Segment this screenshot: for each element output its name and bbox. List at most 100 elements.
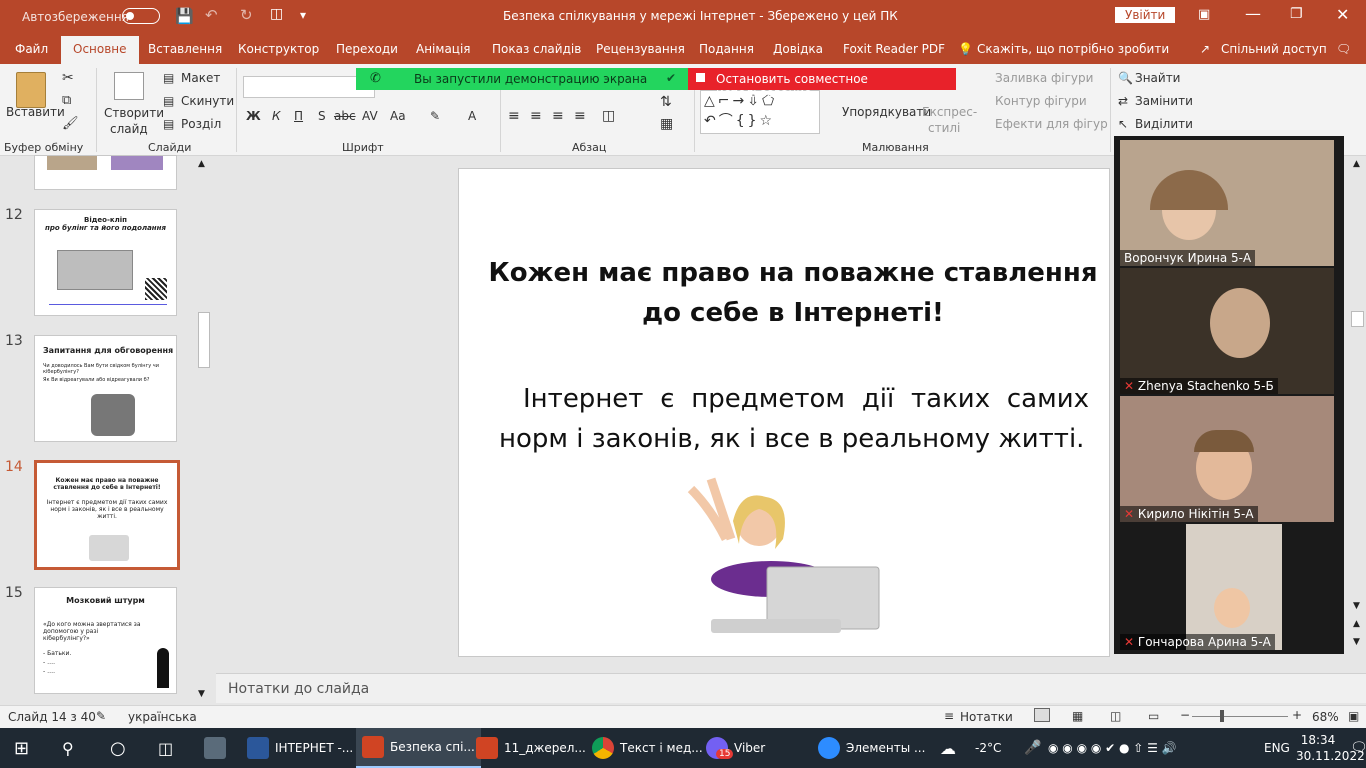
- quick-styles-button[interactable]: Експрес-: [922, 105, 977, 119]
- scrollbar-thumb[interactable]: [198, 312, 210, 368]
- tab-slideshow[interactable]: Показ слайдів: [492, 42, 581, 56]
- quick-styles-button-2[interactable]: стилі: [928, 121, 960, 135]
- weather-icon[interactable]: ☁: [940, 728, 956, 768]
- zoom-slider[interactable]: [1192, 716, 1288, 717]
- cut-icon[interactable]: ✂: [62, 70, 74, 86]
- select-button[interactable]: Виділити: [1135, 117, 1193, 131]
- clock[interactable]: 18:34 30.11.2022: [1296, 732, 1365, 764]
- save-icon[interactable]: 💾: [175, 7, 194, 25]
- language-label[interactable]: українська: [128, 710, 197, 724]
- shape-outline-button[interactable]: Контур фігури: [995, 94, 1087, 108]
- tab-review[interactable]: Рецензування: [596, 42, 685, 56]
- tell-me-search[interactable]: Скажіть, що потрібно зробити: [977, 42, 1169, 56]
- ribbon-display-icon[interactable]: ▣: [1198, 7, 1210, 22]
- task-view-icon[interactable]: ◫: [158, 728, 173, 768]
- justify-icon[interactable]: ≡: [574, 108, 586, 124]
- notes-button[interactable]: Нотатки: [960, 710, 1013, 724]
- participant-video[interactable]: ✕ Кирило Нікітін 5-А: [1120, 396, 1334, 522]
- section-button[interactable]: Розділ: [181, 117, 221, 131]
- tab-home[interactable]: Основне: [61, 36, 139, 64]
- tab-transitions[interactable]: Переходи: [336, 42, 398, 56]
- keyboard-language[interactable]: ENG: [1264, 728, 1290, 768]
- next-slide-icon[interactable]: ▼: [1353, 637, 1360, 647]
- reading-view-icon[interactable]: ◫: [1110, 709, 1121, 723]
- scroll-down-icon[interactable]: ▼: [198, 689, 205, 699]
- slide-body[interactable]: Інтернет є предметом дії таких самих нор…: [499, 379, 1089, 459]
- shadow-button[interactable]: S: [318, 109, 326, 123]
- zoom-in-icon[interactable]: +: [1292, 708, 1302, 722]
- participant-video[interactable]: ✕ Гончарова Арина 5-А: [1120, 524, 1334, 650]
- reset-button[interactable]: Скинути: [181, 94, 234, 108]
- slide-thumbnail-13[interactable]: Запитання для обговорення Чи доводилось …: [34, 335, 177, 442]
- layout-button[interactable]: Макет: [181, 71, 220, 85]
- taskbar-item-viber[interactable]: 15 Viber: [706, 728, 765, 768]
- cortana-icon[interactable]: ○: [110, 728, 126, 768]
- italic-button[interactable]: К: [272, 109, 281, 123]
- copy-icon[interactable]: ⧉: [62, 93, 71, 108]
- stop-share-label[interactable]: Остановить совместное использование: [716, 72, 956, 100]
- slide-title[interactable]: Кожен має право на поважне ставлення до …: [459, 253, 1127, 333]
- shape-effects-button[interactable]: Ефекти для фігур: [995, 117, 1108, 131]
- calculator-icon[interactable]: [204, 728, 226, 768]
- participant-video[interactable]: ✕ Zhenya Stachenko 5-Б: [1120, 268, 1334, 394]
- tab-file[interactable]: Файл: [15, 42, 48, 56]
- scroll-down-icon[interactable]: ▼: [1353, 601, 1360, 611]
- zoom-out-icon[interactable]: −: [1180, 708, 1190, 722]
- align-center-icon[interactable]: ≡: [530, 108, 542, 124]
- slide-scrollbar[interactable]: ▲ ▼ ▲ ▼: [1349, 157, 1366, 657]
- notifications-icon[interactable]: 🗨: [1350, 728, 1366, 768]
- slide-canvas[interactable]: Кожен має право на поважне ставлення до …: [458, 168, 1110, 657]
- tray-icons[interactable]: ◉ ◉ ◉ ◉ ✔ ● ⇧ ☰ 🔊: [1048, 728, 1177, 768]
- new-slide-icon[interactable]: [114, 72, 144, 100]
- align-right-icon[interactable]: ≡: [552, 108, 564, 124]
- weather-temp[interactable]: -2°C: [975, 728, 1001, 768]
- new-slide-label-2[interactable]: слайд: [110, 122, 148, 136]
- undo-icon[interactable]: ↶: [205, 6, 218, 24]
- convert-smartart-icon[interactable]: ▦: [660, 116, 673, 132]
- scroll-up-icon[interactable]: ▲: [1353, 159, 1360, 169]
- normal-view-icon[interactable]: [1034, 708, 1050, 722]
- tab-help[interactable]: Довідка: [773, 42, 823, 56]
- tab-view[interactable]: Подання: [699, 42, 754, 56]
- zoom-level[interactable]: 68%: [1312, 710, 1339, 724]
- underline-button[interactable]: П: [294, 109, 303, 123]
- spellcheck-icon[interactable]: ✎: [96, 709, 106, 723]
- search-icon[interactable]: ⚲: [62, 728, 74, 768]
- tab-foxit[interactable]: Foxit Reader PDF: [843, 42, 945, 56]
- notes-placeholder[interactable]: Нотатки до слайда: [228, 681, 369, 697]
- sign-in-button[interactable]: Увійти: [1115, 7, 1176, 23]
- thumbnail-scrollbar[interactable]: ▲ ▼: [196, 157, 212, 703]
- slide-thumbnail-15[interactable]: Мозковий штурм «До кого можна звертатися…: [34, 587, 177, 694]
- tab-design[interactable]: Конструктор: [238, 42, 319, 56]
- microphone-icon[interactable]: 🎤: [1024, 728, 1041, 768]
- slide-thumbnail-12[interactable]: Відео-кліп про булінг та його подолання: [34, 209, 177, 316]
- present-from-start-icon[interactable]: ◫: [270, 6, 283, 22]
- columns-icon[interactable]: ◫: [602, 108, 615, 124]
- taskbar-item-word[interactable]: ІНТЕРНЕТ -...: [247, 728, 353, 768]
- taskbar-item-powerpoint-active[interactable]: Безпека спі...: [356, 728, 481, 768]
- taskbar-item-powerpoint[interactable]: 11_джерел...: [476, 728, 586, 768]
- scrollbar-thumb[interactable]: [1351, 311, 1364, 327]
- share-button[interactable]: Спільний доступ: [1221, 42, 1327, 56]
- zoom-slider-thumb[interactable]: [1220, 710, 1224, 722]
- text-direction-icon[interactable]: ⇅: [660, 94, 672, 110]
- arrange-button[interactable]: Упорядкувати: [842, 105, 931, 119]
- windows-start-icon[interactable]: ⊞: [14, 728, 29, 768]
- paste-label[interactable]: Вставити: [6, 105, 65, 119]
- slide-thumbnail-14[interactable]: Кожен має право на поважне ставлення до …: [34, 460, 180, 570]
- strikethrough-button[interactable]: abc: [334, 109, 356, 123]
- replace-button[interactable]: Замінити: [1135, 94, 1193, 108]
- taskbar-item-chrome[interactable]: Текст і мед...: [592, 728, 703, 768]
- slide-thumbnail-11[interactable]: [34, 155, 177, 190]
- char-spacing-button[interactable]: AV: [362, 109, 378, 123]
- slide-sorter-icon[interactable]: ▦: [1072, 709, 1083, 723]
- video-gallery-panel[interactable]: Ворончук Ирина 5-А ✕ Zhenya Stachenko 5-…: [1114, 136, 1344, 654]
- autosave-toggle[interactable]: [122, 8, 160, 24]
- redo-icon[interactable]: ↻: [240, 6, 253, 24]
- tab-animations[interactable]: Анімація: [416, 42, 471, 56]
- close-button[interactable]: ✕: [1336, 5, 1349, 24]
- participant-video[interactable]: Ворончук Ирина 5-А: [1120, 140, 1334, 266]
- bold-button[interactable]: Ж: [246, 109, 261, 123]
- highlight-icon[interactable]: ✎: [430, 109, 440, 123]
- customize-toolbar-icon[interactable]: ▾: [300, 8, 306, 22]
